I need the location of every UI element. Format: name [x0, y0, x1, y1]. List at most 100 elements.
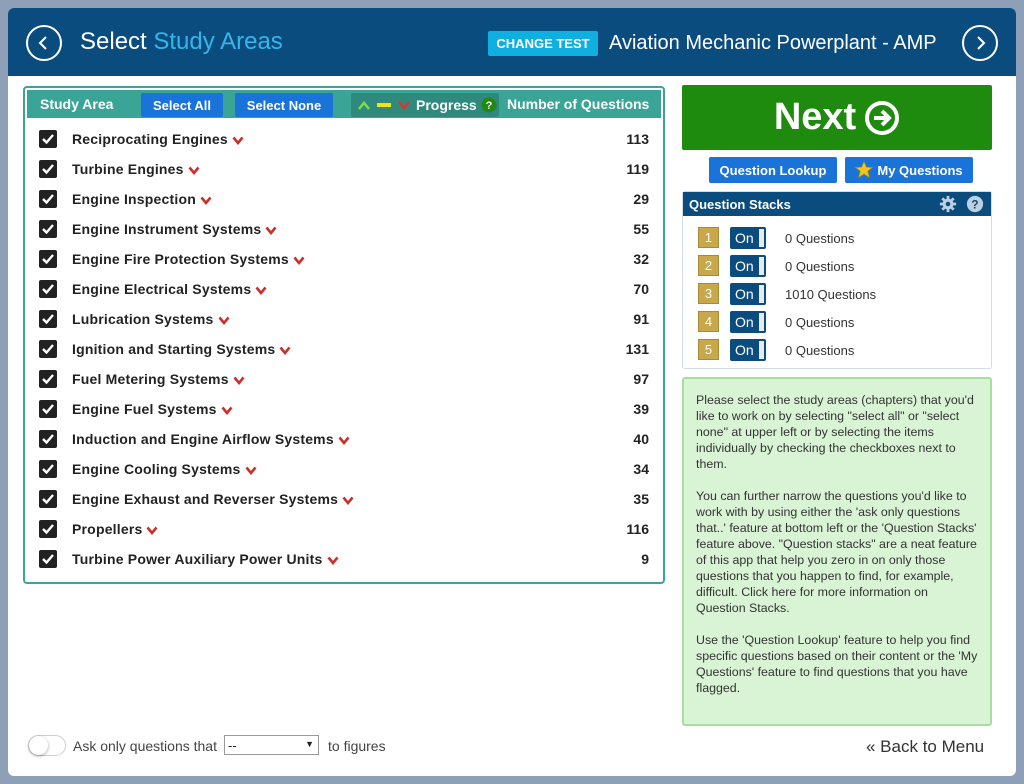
study-area-list: Reciprocating Engines 113 Turbine Engines 1…: [25, 124, 663, 574]
checkmark-icon: [42, 554, 54, 565]
toggle-knob: [759, 229, 764, 247]
stack-number-badge: 5: [698, 339, 719, 360]
my-questions-button[interactable]: My Questions: [845, 157, 973, 183]
study-area-checkbox[interactable]: [39, 250, 57, 268]
study-area-name: Turbine Power Auxiliary Power Units: [72, 551, 323, 567]
info-paragraph-3: Use the 'Question Lookup' feature to hel…: [696, 633, 978, 695]
study-area-checkbox[interactable]: [39, 520, 57, 538]
chevron-down-icon[interactable]: [245, 466, 257, 475]
chevron-down-icon[interactable]: [232, 136, 244, 145]
chevron-down-icon[interactable]: [218, 316, 230, 325]
dash-icon: [377, 103, 391, 107]
arrow-right-circle-icon: [865, 100, 900, 135]
study-area-label: Lubrication Systems: [72, 311, 230, 327]
stack-question-count: 0 Questions: [785, 231, 855, 246]
next-button[interactable]: Next: [682, 85, 992, 150]
stack-toggle[interactable]: On: [730, 283, 766, 305]
chevron-down-icon[interactable]: [221, 406, 233, 415]
ask-only-suffix: to figures: [328, 738, 386, 754]
gear-icon[interactable]: [939, 195, 957, 213]
stack-toggle[interactable]: On: [730, 227, 766, 249]
chevron-down-icon[interactable]: [200, 196, 212, 205]
chevron-down-icon[interactable]: [265, 226, 277, 235]
study-area-label: Engine Electrical Systems: [72, 281, 267, 297]
help-icon: ?: [481, 97, 497, 113]
study-area-checkbox[interactable]: [39, 220, 57, 238]
progress-filter-button[interactable]: Progress ?: [351, 93, 499, 117]
chevron-down-icon[interactable]: [338, 436, 350, 445]
stack-number-badge: 2: [698, 255, 719, 276]
chevron-down-icon[interactable]: [255, 286, 267, 295]
study-area-checkbox[interactable]: [39, 430, 57, 448]
study-area-name: Engine Cooling Systems: [72, 461, 241, 477]
study-area-checkbox[interactable]: [39, 460, 57, 478]
figure-filter-select[interactable]: -- ▼: [224, 735, 319, 755]
study-area-checkbox[interactable]: [39, 130, 57, 148]
stack-number-badge: 1: [698, 227, 719, 248]
chevron-down-icon[interactable]: [279, 346, 291, 355]
study-area-row: Induction and Engine Airflow Systems 40: [25, 424, 663, 454]
study-area-count: 29: [633, 191, 649, 207]
study-area-checkbox[interactable]: [39, 490, 57, 508]
study-area-count: 35: [633, 491, 649, 507]
study-area-label: Engine Inspection: [72, 191, 212, 207]
study-area-name: Lubrication Systems: [72, 311, 214, 327]
study-area-label: Fuel Metering Systems: [72, 371, 245, 387]
select-none-button[interactable]: Select None: [235, 93, 333, 117]
stack-toggle[interactable]: On: [730, 311, 766, 333]
study-area-count: 9: [641, 551, 649, 567]
forward-nav-button[interactable]: [962, 25, 998, 61]
change-test-button[interactable]: CHANGE TEST: [488, 31, 598, 56]
svg-text:?: ?: [971, 199, 978, 212]
chevron-down-icon[interactable]: [326, 556, 339, 565]
study-area-label: Turbine Engines: [72, 161, 200, 177]
chevron-down-icon[interactable]: [188, 166, 200, 175]
chevron-down-icon: [398, 101, 410, 110]
study-area-checkbox[interactable]: [39, 370, 57, 388]
study-area-checkbox[interactable]: [39, 550, 57, 568]
study-area-name: Propellers: [72, 521, 143, 537]
stack-toggle[interactable]: On: [730, 255, 766, 277]
stack-toggle[interactable]: On: [730, 339, 766, 361]
study-area-label: Engine Exhaust and Reverser Systems: [72, 491, 354, 507]
info-paragraph-1: Please select the study areas (chapters)…: [696, 393, 974, 471]
study-area-checkbox[interactable]: [39, 310, 57, 328]
checkmark-icon: [42, 404, 54, 415]
study-area-row: Engine Cooling Systems 34: [25, 454, 663, 484]
stack-toggle-label: On: [735, 342, 754, 358]
checkmark-icon: [42, 374, 54, 385]
study-area-row: Fuel Metering Systems 97: [25, 364, 663, 394]
study-area-row: Turbine Engines 119: [25, 154, 663, 184]
back-to-menu-link[interactable]: « Back to Menu: [866, 737, 984, 757]
ask-only-toggle[interactable]: [28, 735, 66, 756]
checkmark-icon: [42, 344, 54, 355]
help-icon[interactable]: ?: [966, 195, 984, 213]
study-area-row: Engine Electrical Systems 70: [25, 274, 663, 304]
study-area-name: Induction and Engine Airflow Systems: [72, 431, 334, 447]
study-area-name: Engine Inspection: [72, 191, 196, 207]
study-area-checkbox[interactable]: [39, 340, 57, 358]
study-area-label: Engine Instrument Systems: [72, 221, 277, 237]
question-lookup-button[interactable]: Question Lookup: [709, 157, 837, 183]
chevron-down-icon[interactable]: [342, 496, 354, 505]
study-areas-header: Study Area Select All Select None Progre…: [27, 90, 661, 118]
select-all-button[interactable]: Select All: [141, 93, 223, 117]
study-area-label: Engine Cooling Systems: [72, 461, 257, 477]
back-nav-button[interactable]: [26, 25, 62, 61]
figure-filter-value: --: [228, 738, 237, 753]
test-name: Aviation Mechanic Powerplant - AMP: [609, 32, 937, 54]
study-area-count: 32: [633, 251, 649, 267]
chevron-down-icon[interactable]: [293, 256, 305, 265]
stack-question-count: 0 Questions: [785, 259, 855, 274]
question-stacks-panel: Question Stacks ? 1On 0 Questions 2 On 0…: [682, 191, 992, 369]
study-area-label: Engine Fuel Systems: [72, 401, 233, 417]
page-title: Select Study Areas: [80, 28, 283, 56]
chevron-down-icon[interactable]: [146, 526, 158, 535]
study-area-checkbox[interactable]: [39, 400, 57, 418]
study-area-checkbox[interactable]: [39, 190, 57, 208]
study-area-checkbox[interactable]: [39, 160, 57, 178]
info-box[interactable]: Please select the study areas (chapters)…: [682, 377, 992, 726]
study-area-name: Fuel Metering Systems: [72, 371, 229, 387]
chevron-down-icon[interactable]: [233, 376, 245, 385]
study-area-checkbox[interactable]: [39, 280, 57, 298]
